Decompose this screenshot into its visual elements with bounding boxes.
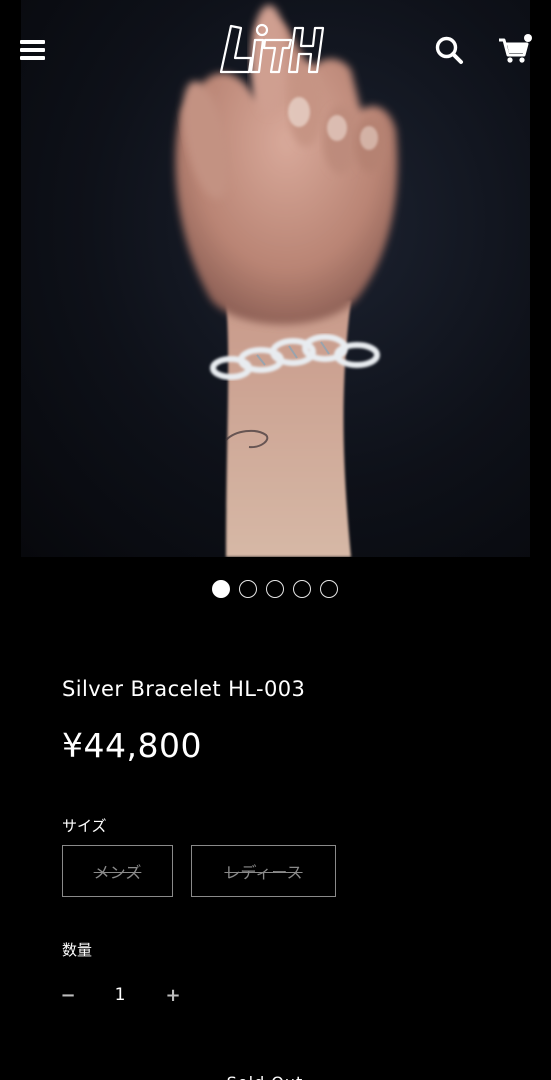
product-photo-wrist-bracelet (175, 5, 398, 557)
cart-button[interactable] (498, 32, 534, 66)
brand-logo[interactable] (217, 18, 333, 76)
gallery-dot-1[interactable] (212, 580, 230, 598)
sold-out-button[interactable]: Sold Out (190, 1058, 340, 1080)
gallery-dot-3[interactable] (266, 580, 284, 598)
size-label: サイズ (62, 817, 107, 835)
product-price: ¥44,800 (62, 726, 202, 765)
gallery-dot-4[interactable] (293, 580, 311, 598)
size-option-ladies[interactable]: レディース (191, 845, 336, 897)
menu-bar (20, 40, 45, 44)
search-icon (435, 36, 463, 64)
shopping-cart-icon (499, 34, 532, 63)
quantity-decrease-button[interactable]: − (56, 982, 80, 1008)
product-image[interactable] (21, 0, 530, 557)
cart-badge (524, 34, 532, 42)
gallery-dot-5[interactable] (320, 580, 338, 598)
gallery-pagination (212, 580, 338, 598)
product-title: Silver Bracelet HL-003 (62, 677, 306, 701)
product-page: Silver Bracelet HL-003 ¥44,800 サイズ メンズ レ… (0, 0, 551, 1080)
quantity-input[interactable] (106, 983, 134, 1007)
quantity-increase-button[interactable]: + (161, 982, 185, 1008)
lith-logo-icon (219, 23, 325, 74)
menu-button[interactable] (20, 40, 45, 60)
menu-bar (20, 48, 45, 52)
size-option-mens[interactable]: メンズ (62, 845, 173, 897)
quantity-label: 数量 (62, 941, 93, 959)
menu-bar (20, 56, 45, 60)
search-button[interactable] (434, 35, 464, 65)
gallery-dot-2[interactable] (239, 580, 257, 598)
